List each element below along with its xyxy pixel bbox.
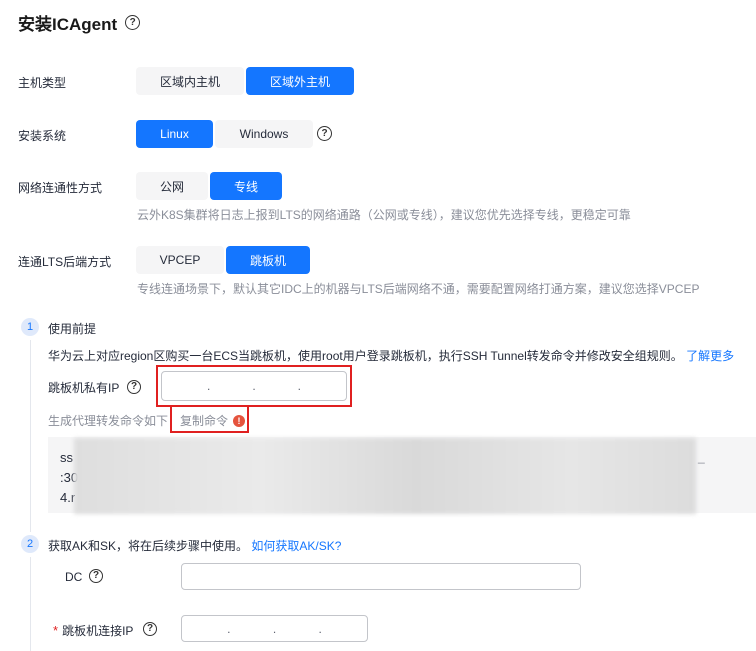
step-2-desc-text: 获取AK和SK，将在后续步骤中使用。 bbox=[48, 539, 249, 553]
network-option-private-line[interactable]: 专线 bbox=[210, 172, 282, 200]
step-1-desc: 华为云上对应region区购买一台ECS当跳板机，使用root用户登录跳板机，执… bbox=[48, 347, 734, 364]
step-connector-line bbox=[30, 340, 31, 532]
ip-dot-3: . bbox=[297, 379, 301, 393]
jump-ip-label: 跳板机私有IP bbox=[48, 379, 119, 396]
help-icon[interactable]: ? bbox=[125, 15, 141, 30]
lts-backend-label: 连通LTS后端方式 bbox=[18, 255, 112, 269]
redacted-command bbox=[74, 438, 696, 514]
ip-dot-1: . bbox=[206, 379, 211, 393]
os-help-icon[interactable]: ? bbox=[317, 126, 332, 141]
network-hint: 云外K8S集群将日志上报到LTS的网络通路（公网或专线），建议您优先选择专线，更… bbox=[137, 208, 631, 222]
dc-input[interactable] bbox=[181, 563, 581, 590]
os-label: 安装系统 bbox=[18, 129, 67, 143]
required-mark: * bbox=[53, 623, 59, 638]
jump-connect-ip-input[interactable]: . . . bbox=[181, 615, 368, 642]
connect-ip-dot-1: . bbox=[227, 621, 231, 636]
os-selector: Linux Windows bbox=[136, 120, 313, 148]
code-tail: _ bbox=[698, 450, 705, 464]
network-option-public[interactable]: 公网 bbox=[136, 172, 208, 200]
step-1-badge: 1 bbox=[21, 318, 39, 336]
gen-command-label: 生成代理转发命令如下 bbox=[48, 414, 169, 428]
dc-help-icon[interactable]: ? bbox=[89, 569, 103, 583]
step-1-desc-text: 华为云上对应region区购买一台ECS当跳板机，使用root用户登录跳板机，执… bbox=[48, 349, 683, 363]
step-connector-line-2 bbox=[30, 557, 31, 651]
dc-label: DC bbox=[65, 570, 83, 584]
lts-backend-hint: 专线连通场景下，默认其它IDC上的机器与LTS后端网络不通，需要配置网络打通方案… bbox=[137, 282, 700, 296]
jump-connect-ip-label-text: 跳板机连接IP bbox=[62, 624, 134, 638]
jump-connect-ip-help-icon[interactable]: ? bbox=[143, 622, 157, 636]
os-option-windows[interactable]: Windows bbox=[215, 120, 313, 148]
copy-command-button[interactable]: 复制命令 ! bbox=[180, 412, 246, 429]
jump-ip-label-text: 跳板机私有IP bbox=[48, 381, 120, 395]
jump-ip-help-icon[interactable]: ? bbox=[127, 380, 141, 394]
network-label: 网络连通性方式 bbox=[18, 181, 103, 195]
how-to-get-aksk-link[interactable]: 如何获取AK/SK? bbox=[251, 539, 341, 553]
connect-ip-dot-3: . bbox=[318, 621, 322, 636]
warning-icon: ! bbox=[233, 414, 246, 427]
jump-ip-input[interactable]: . . . bbox=[161, 371, 347, 401]
jump-connect-ip-label: * 跳板机连接IP bbox=[53, 622, 133, 639]
step-1-title: 使用前提 bbox=[48, 322, 97, 336]
os-option-linux[interactable]: Linux bbox=[136, 120, 213, 148]
lts-backend-selector: VPCEP 跳板机 bbox=[136, 246, 310, 274]
host-type-label: 主机类型 bbox=[18, 76, 67, 90]
page-title: 安装ICAgent ? bbox=[18, 10, 141, 35]
step-2-desc: 获取AK和SK，将在后续步骤中使用。 如何获取AK/SK? bbox=[48, 537, 341, 554]
host-type-option-external[interactable]: 区域外主机 bbox=[246, 67, 354, 95]
step-2-badge: 2 bbox=[21, 535, 39, 553]
page-title-text: 安装ICAgent bbox=[18, 15, 118, 34]
learn-more-link[interactable]: 了解更多 bbox=[686, 349, 734, 363]
ip-dot-2: . bbox=[252, 379, 256, 393]
host-type-option-internal[interactable]: 区域内主机 bbox=[136, 67, 244, 95]
host-type-selector: 区域内主机 区域外主机 bbox=[136, 67, 354, 95]
lts-option-jump-server[interactable]: 跳板机 bbox=[226, 246, 310, 274]
copy-command-label: 复制命令 bbox=[180, 414, 229, 428]
network-selector: 公网 专线 bbox=[136, 172, 282, 200]
lts-option-vpcep[interactable]: VPCEP bbox=[136, 246, 224, 274]
connect-ip-dot-2: . bbox=[272, 621, 277, 636]
